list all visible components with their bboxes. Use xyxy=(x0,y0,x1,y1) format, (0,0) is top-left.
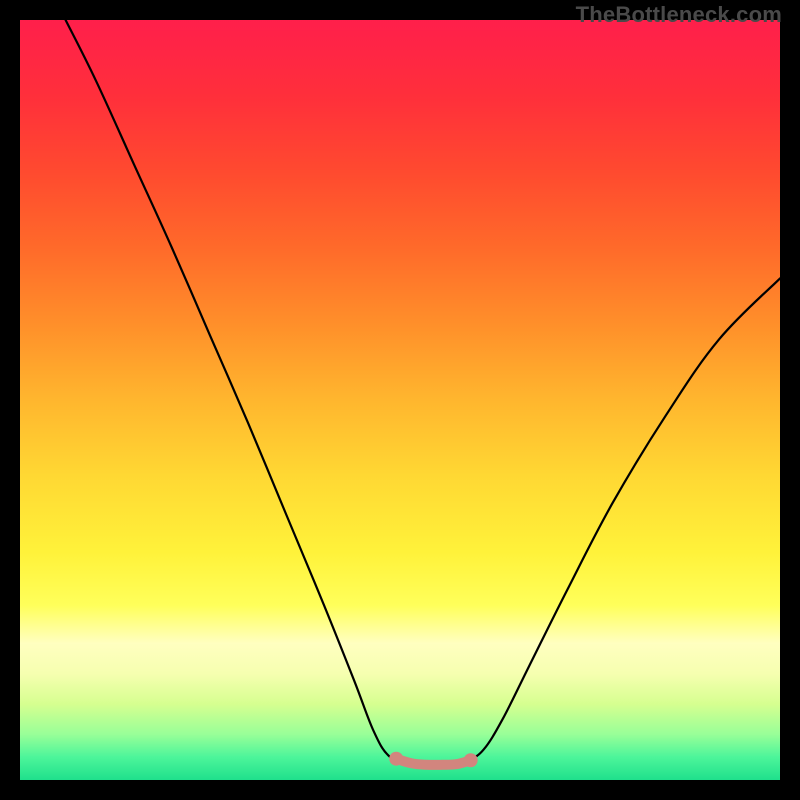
series-highlight-segment-endpoint-start xyxy=(389,752,403,766)
plot-area xyxy=(20,20,780,780)
watermark-text: TheBottleneck.com xyxy=(576,2,782,28)
series-highlight-segment-endpoint-end xyxy=(464,753,478,767)
gradient-background xyxy=(20,20,780,780)
chart-svg xyxy=(20,20,780,780)
